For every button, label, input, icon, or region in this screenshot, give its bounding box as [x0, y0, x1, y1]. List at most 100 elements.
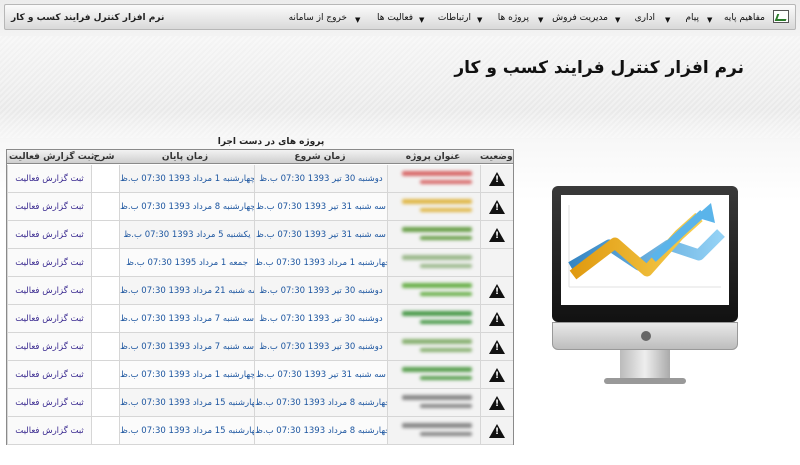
log-activity-link[interactable]: ثبت گزارش فعالیت [8, 174, 91, 184]
cell-end-time: سه شنبه 7 مرداد 1393 07:30 ب.ظ [119, 305, 254, 332]
cell-project-title [387, 417, 480, 444]
caret-down-icon: ▼ [419, 16, 425, 24]
project-title-link[interactable] [394, 199, 472, 215]
start-time-link[interactable]: چهارشنبه 8 مرداد 1393 07:30 ب.ظ [255, 426, 391, 436]
warning-triangle-icon [489, 284, 505, 298]
cell-start-time: دوشنبه 30 تیر 1393 07:30 ب.ظ [254, 333, 387, 360]
app-title: نرم افزار کنترل فرایند کسب و کار [11, 13, 165, 23]
end-time-link[interactable]: جمعه 1 مرداد 1395 07:30 ب.ظ [120, 258, 254, 268]
header-end: زمان پایان [161, 152, 209, 162]
end-time-link[interactable]: سه شنبه 21 مرداد 1393 07:30 ب.ظ [120, 286, 259, 296]
log-activity-link[interactable]: ثبت گزارش فعالیت [8, 202, 91, 212]
start-time-link[interactable]: چهارشنبه 1 مرداد 1393 07:30 ب.ظ [255, 258, 391, 268]
cell-action: ثبت گزارش فعالیت [7, 193, 91, 220]
cell-project-title [387, 193, 480, 220]
cell-end-time: چهارشنبه 8 مرداد 1393 07:30 ب.ظ [119, 193, 256, 220]
start-time-link[interactable]: دوشنبه 30 تیر 1393 07:30 ب.ظ [255, 342, 387, 352]
table-row: ثبت گزارش فعالیت سه شنبه 7 مرداد 1393 07:… [7, 305, 513, 333]
cell-action: ثبت گزارش فعالیت [7, 305, 91, 332]
start-time-link[interactable]: سه شنبه 31 تیر 1393 07:30 ب.ظ [255, 370, 387, 380]
cell-description [91, 193, 119, 220]
cell-start-time: دوشنبه 30 تیر 1393 07:30 ب.ظ [254, 305, 387, 332]
cell-status [480, 361, 513, 388]
table-row: ثبت گزارش فعالیت یکشنبه 5 مرداد 1393 07:3… [7, 221, 513, 249]
end-time-link[interactable]: چهارشنبه 1 مرداد 1393 07:30 ب.ظ [120, 174, 256, 184]
page-title: نرم افزار کنترل فرایند کسب و کار [454, 58, 744, 78]
monitor-bezel [552, 186, 738, 322]
start-time-link[interactable]: دوشنبه 30 تیر 1393 07:30 ب.ظ [255, 174, 387, 184]
cell-start-time: چهارشنبه 1 مرداد 1393 07:30 ب.ظ [254, 249, 391, 276]
menu-projects[interactable]: پروژه ها ▼ [477, 13, 529, 27]
caret-down-icon: ▼ [615, 16, 621, 24]
end-time-link[interactable]: چهارشنبه 15 مرداد 1393 07:30 ب.ظ [120, 398, 261, 408]
end-time-link[interactable]: چهارشنبه 8 مرداد 1393 07:30 ب.ظ [120, 202, 256, 212]
start-time-link[interactable]: دوشنبه 30 تیر 1393 07:30 ب.ظ [255, 286, 387, 296]
cell-description [91, 417, 119, 444]
cell-action: ثبت گزارش فعالیت [7, 417, 91, 444]
end-time-link[interactable]: چهارشنبه 1 مرداد 1393 07:30 ب.ظ [120, 370, 256, 380]
header-title: عنوان پروژه [405, 152, 461, 162]
cell-action: ثبت گزارش فعالیت [7, 389, 91, 416]
log-activity-link[interactable]: ثبت گزارش فعالیت [8, 230, 91, 240]
cell-end-time: یکشنبه 5 مرداد 1393 07:30 ب.ظ [119, 221, 254, 248]
cell-start-time: دوشنبه 30 تیر 1393 07:30 ب.ظ [254, 277, 387, 304]
start-time-link[interactable]: سه شنبه 31 تیر 1393 07:30 ب.ظ [255, 230, 387, 240]
cell-action: ثبت گزارش فعالیت [7, 221, 91, 248]
log-activity-link[interactable]: ثبت گزارش فعالیت [8, 342, 91, 352]
cell-project-title [387, 361, 480, 388]
project-title-link[interactable] [394, 283, 472, 299]
start-time-link[interactable]: سه شنبه 31 تیر 1393 07:30 ب.ظ [255, 202, 387, 212]
menu-logout[interactable]: خروج از سامانه [277, 13, 347, 27]
cell-project-title [387, 221, 480, 248]
project-title-link[interactable] [394, 367, 472, 383]
project-title-link[interactable] [394, 227, 472, 243]
menu-activities[interactable]: فعالیت ها ▼ [355, 13, 413, 27]
log-activity-link[interactable]: ثبت گزارش فعالیت [8, 426, 91, 436]
cell-description [91, 249, 119, 276]
caret-down-icon: ▼ [477, 16, 483, 24]
project-title-link[interactable] [394, 311, 472, 327]
chart-app-icon [773, 10, 789, 23]
cell-end-time: چهارشنبه 1 مرداد 1393 07:30 ب.ظ [119, 361, 256, 388]
menu-sales-management[interactable]: مدیریت فروش ▼ [538, 13, 608, 27]
project-title-link[interactable] [394, 171, 472, 187]
menu-basic-concepts[interactable]: مفاهیم پایه ▼ [707, 13, 765, 27]
end-time-link[interactable]: یکشنبه 5 مرداد 1393 07:30 ب.ظ [120, 230, 254, 240]
project-title-link[interactable] [394, 339, 472, 355]
end-time-link[interactable]: سه شنبه 7 مرداد 1393 07:30 ب.ظ [120, 342, 254, 352]
project-title-link[interactable] [394, 255, 472, 271]
menu-messages[interactable]: پیام ▼ [665, 13, 699, 27]
end-time-link[interactable]: چهارشنبه 15 مرداد 1393 07:30 ب.ظ [120, 426, 261, 436]
menu-administrative[interactable]: اداری ▼ [615, 13, 655, 27]
cell-status [480, 417, 513, 444]
cell-description [91, 277, 119, 304]
caret-down-icon: ▼ [355, 16, 361, 24]
cell-description [91, 165, 119, 192]
cell-status [480, 193, 513, 220]
table-row: ثبت گزارش فعالیت چهارشنبه 1 مرداد 1393 07… [7, 361, 513, 389]
warning-triangle-icon [489, 368, 505, 382]
cell-status [480, 165, 513, 192]
warning-triangle-icon [489, 228, 505, 242]
log-activity-link[interactable]: ثبت گزارش فعالیت [8, 314, 91, 324]
warning-triangle-icon [489, 312, 505, 326]
start-time-link[interactable]: دوشنبه 30 تیر 1393 07:30 ب.ظ [255, 314, 387, 324]
start-time-link[interactable]: چهارشنبه 8 مرداد 1393 07:30 ب.ظ [255, 398, 391, 408]
cell-action: ثبت گزارش فعالیت [7, 333, 91, 360]
log-activity-link[interactable]: ثبت گزارش فعالیت [8, 370, 91, 380]
cell-end-time: سه شنبه 21 مرداد 1393 07:30 ب.ظ [119, 277, 259, 304]
growth-chart-graphic [561, 195, 729, 305]
end-time-link[interactable]: سه شنبه 7 مرداد 1393 07:30 ب.ظ [120, 314, 254, 324]
caret-down-icon: ▼ [665, 16, 671, 24]
table-caption: پروژه های در دست اجرا [217, 137, 325, 147]
project-title-link[interactable] [394, 395, 472, 411]
cell-project-title [387, 333, 480, 360]
menu-communications[interactable]: ارتباطات ▼ [419, 13, 471, 27]
log-activity-link[interactable]: ثبت گزارش فعالیت [8, 286, 91, 296]
table-row: ثبت گزارش فعالیت چهارشنبه 15 مرداد 1393 0… [7, 389, 513, 417]
cell-start-time: سه شنبه 31 تیر 1393 07:30 ب.ظ [254, 193, 387, 220]
project-title-link[interactable] [394, 423, 472, 439]
log-activity-link[interactable]: ثبت گزارش فعالیت [8, 398, 91, 408]
table-row: ثبت گزارش فعالیت چهارشنبه 8 مرداد 1393 07… [7, 193, 513, 221]
log-activity-link[interactable]: ثبت گزارش فعالیت [8, 258, 91, 268]
